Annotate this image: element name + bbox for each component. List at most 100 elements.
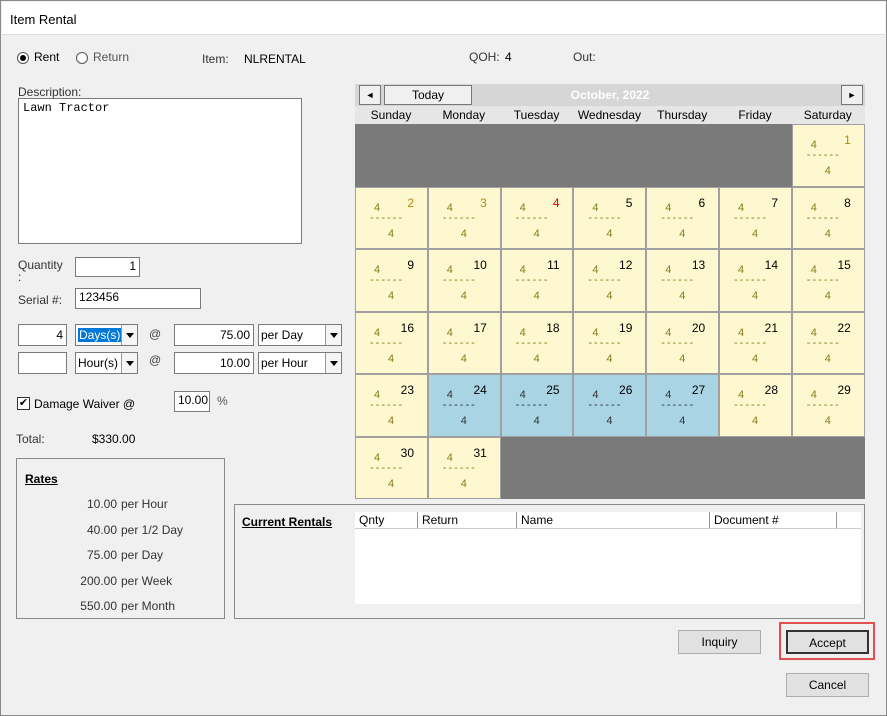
day-divider: ------ (661, 336, 696, 349)
day-count: 4 (460, 290, 467, 302)
day-rate-input[interactable]: 75.00 (174, 324, 254, 346)
inquiry-button[interactable]: Inquiry (678, 630, 761, 654)
calendar-day-cell[interactable]: 4 1 ------ 4 (791, 124, 865, 187)
hour-unit-combo[interactable]: Hour(s) (75, 352, 138, 374)
day-count: 4 (533, 290, 540, 302)
calendar-day-cell[interactable]: 4 18 ------ 4 (500, 311, 574, 374)
calendar-day-cell[interactable]: 4 5 ------ 4 (573, 186, 647, 249)
day-divider: ------ (442, 399, 477, 411)
chevron-down-icon[interactable] (325, 353, 341, 373)
day-number: 14 (764, 258, 778, 272)
day-divider: ------ (734, 336, 768, 349)
hour-rate-input[interactable]: 10.00 (174, 352, 254, 374)
description-textarea[interactable]: Lawn Tractor (18, 98, 302, 244)
day-count: 4 (752, 415, 759, 427)
return-label[interactable]: Return (93, 50, 129, 64)
calendar-day-cell[interactable]: 4 31 ------ 4 (427, 436, 501, 499)
chevron-down-icon[interactable] (121, 325, 137, 345)
next-month-button[interactable]: ► (841, 85, 863, 105)
day-count: 4 (606, 227, 613, 240)
weekday-label: Wednesday (577, 108, 641, 122)
calendar-day-cell[interactable]: 4 6 ------ 4 (646, 186, 719, 249)
calendar-day-cell[interactable]: 4 12 ------ 4 (573, 249, 647, 312)
day-count: 4 (388, 477, 395, 490)
calendar-day-cell[interactable]: 4 30 ------ 4 (355, 436, 428, 499)
calendar-day-cell[interactable]: 4 14 ------ 4 (719, 249, 792, 312)
day-number: 8 (844, 195, 851, 210)
rent-radio[interactable] (17, 52, 29, 64)
calendar-day-cell[interactable]: 4 27 ------ 4 (646, 374, 719, 437)
calendar-day-cell[interactable]: 4 24 ------ 4 (427, 374, 501, 437)
chevron-down-icon[interactable] (325, 325, 341, 345)
day-divider: ------ (442, 336, 477, 349)
rent-label[interactable]: Rent (34, 50, 59, 64)
day-count: 4 (460, 415, 467, 427)
quantity-label: Quantity : (18, 258, 63, 284)
hour-per-value: per Hour (261, 356, 308, 370)
weekday-header-row: Sunday Monday Tuesday Wednesday Thursday Frid… (355, 106, 865, 124)
return-radio[interactable] (76, 52, 88, 64)
rate-amount: 40.00 (86, 522, 117, 537)
calendar-day-cell[interactable]: 4 20 ------ 4 (646, 311, 719, 374)
day-divider: ------ (734, 399, 768, 411)
today-button[interactable]: Today (384, 85, 472, 105)
calendar-day-cell[interactable]: 4 22 ------ 4 (791, 311, 865, 374)
day-per-value: per Day (261, 328, 304, 342)
calendar-day-cell[interactable]: 4 16 ------ 4 (355, 311, 428, 374)
calendar-day-cell[interactable]: 4 2 ------ 4 (355, 186, 428, 249)
item-label: Item: (202, 52, 229, 66)
calendar-day-cell[interactable]: 4 21 ------ 4 (719, 311, 792, 374)
calendar-day-cell[interactable]: 4 4 ------ 4 (500, 186, 574, 249)
calendar-day-cell[interactable]: 4 25 ------ 4 (500, 374, 574, 437)
calendar-day-cell[interactable]: 4 19 ------ 4 (573, 311, 647, 374)
column-header-document[interactable]: Document # (710, 512, 837, 529)
calendar-day-cell[interactable]: 4 3 ------ 4 (427, 186, 501, 249)
hour-per-combo[interactable]: per Hour (258, 352, 342, 374)
cancel-button[interactable]: Cancel (786, 673, 869, 697)
damage-waiver-label[interactable]: Damage Waiver @ (34, 397, 135, 411)
calendar: October, 2022 ◄ Today ► Sunday Monday Tues… (355, 84, 865, 499)
calendar-day-cell[interactable]: 4 11 ------ 4 (500, 249, 574, 312)
day-count: 4 (752, 227, 759, 240)
day-divider: ------ (806, 149, 841, 161)
quantity-input[interactable]: 1 (75, 257, 140, 277)
day-number: 11 (547, 258, 560, 272)
calendar-day-cell[interactable]: 4 17 ------ 4 (427, 311, 501, 374)
column-header-name[interactable]: Name (517, 512, 710, 529)
calendar-day-cell[interactable]: 4 26 ------ 4 (573, 374, 647, 437)
prev-month-button[interactable]: ◄ (359, 85, 381, 105)
calendar-day-cell[interactable]: 4 7 ------ 4 (719, 186, 792, 249)
calendar-day-cell[interactable]: 4 15 ------ 4 (791, 249, 865, 312)
day-count: 4 (388, 352, 395, 365)
day-count-input[interactable]: 4 (18, 324, 67, 346)
rate-amount: 75.00 (86, 548, 117, 562)
item-value: NLRENTAL (244, 52, 306, 66)
total-label: Total: (16, 432, 45, 446)
calendar-day-cell[interactable]: 4 9 ------ 4 (355, 249, 428, 312)
hour-unit-value: Hour(s) (78, 356, 119, 370)
serial-input[interactable]: 123456 (75, 288, 201, 309)
damage-waiver-input[interactable]: 10.00 (174, 391, 210, 412)
calendar-day-cell[interactable]: 4 10 ------ 4 (427, 249, 501, 312)
column-header-return[interactable]: Return (418, 512, 517, 529)
hour-count-input[interactable] (18, 352, 67, 374)
day-divider: ------ (661, 211, 696, 224)
chevron-down-icon[interactable] (121, 353, 137, 373)
column-header-qnty[interactable]: Qnty (355, 512, 418, 529)
at-symbol: @ (149, 353, 162, 367)
day-number: 25 (546, 383, 560, 397)
damage-waiver-checkbox[interactable]: ✔ (17, 397, 30, 410)
day-count: 4 (824, 290, 831, 302)
calendar-day-cell[interactable]: 4 13 ------ 4 (646, 249, 719, 312)
calendar-day-cell[interactable]: 4 29 ------ 4 (791, 374, 865, 437)
calendar-day-cell[interactable]: 4 8 ------ 4 (791, 186, 865, 249)
day-unit-combo[interactable]: Days(s) (75, 324, 138, 346)
calendar-day-cell[interactable]: 4 28 ------ 4 (719, 374, 792, 437)
calendar-day-cell[interactable]: 4 23 ------ 4 (355, 374, 428, 437)
day-divider: ------ (661, 274, 696, 286)
day-divider: ------ (588, 336, 623, 349)
day-count: 4 (752, 352, 759, 365)
current-rentals-table[interactable]: Qnty Return Name Document # (355, 512, 861, 604)
accept-button[interactable]: Accept (786, 630, 869, 654)
day-per-combo[interactable]: per Day (258, 324, 342, 346)
